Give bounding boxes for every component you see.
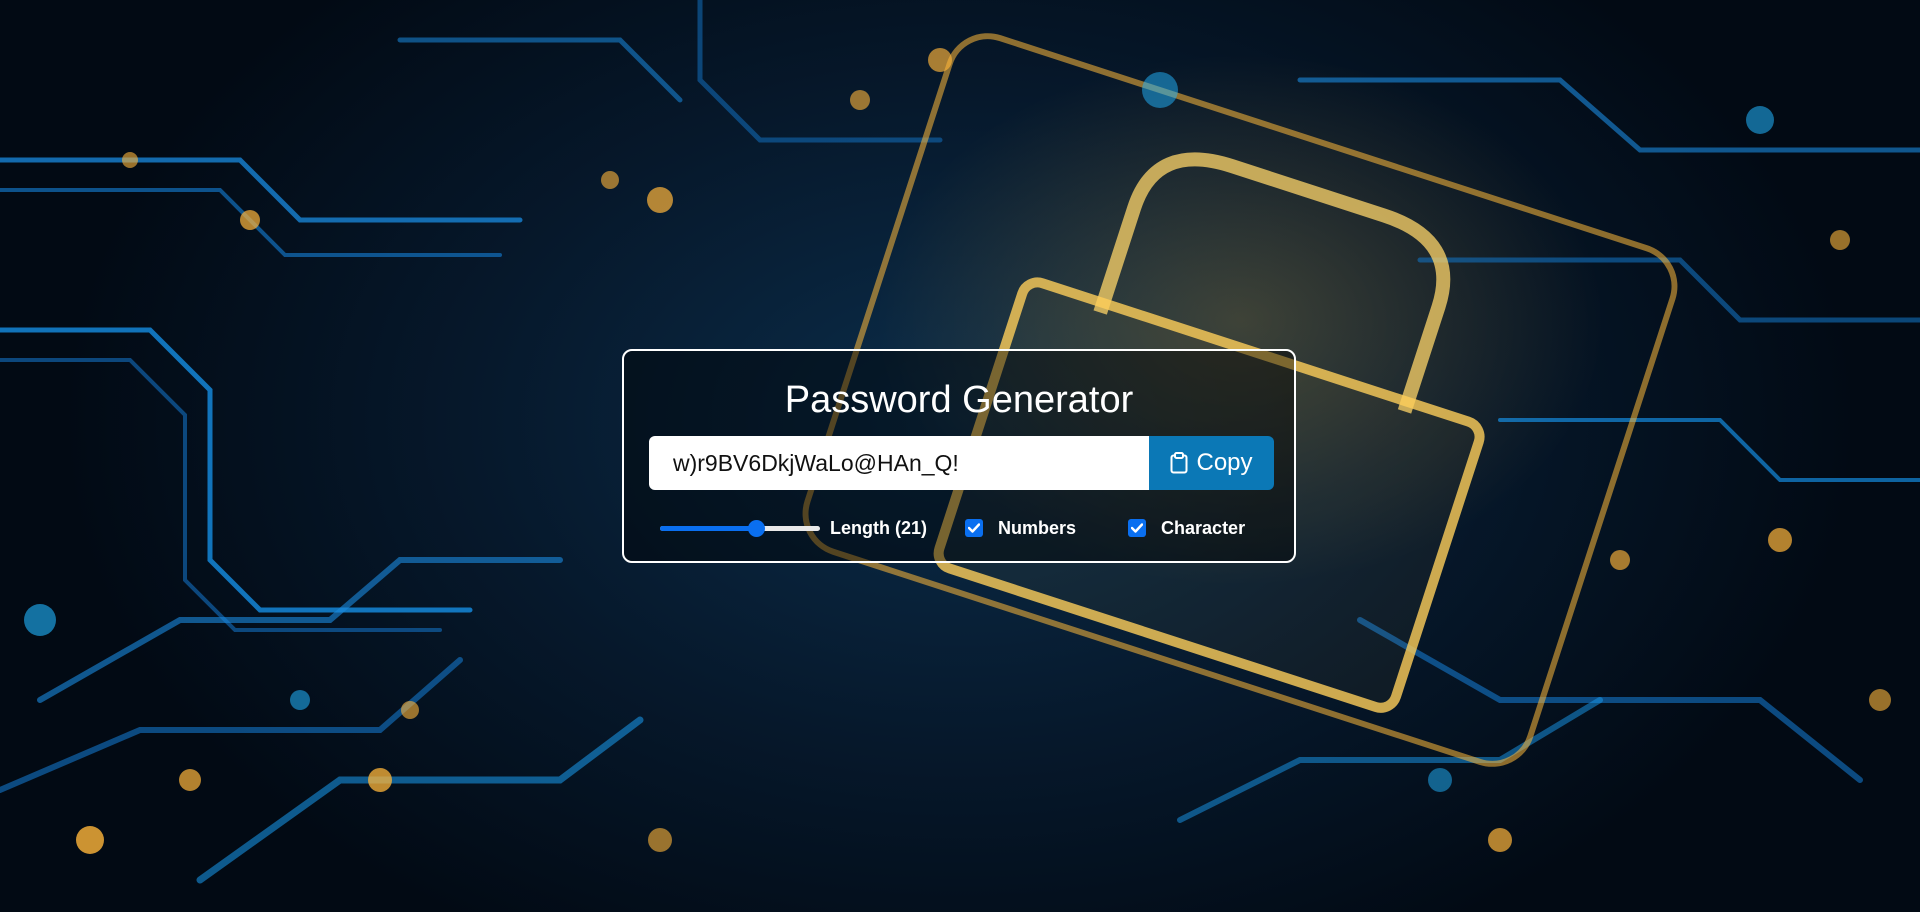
numbers-checkbox[interactable] — [965, 519, 983, 537]
clipboard-icon — [1170, 452, 1188, 474]
page-title: Password Generator — [784, 379, 1134, 421]
characters-checkbox[interactable] — [1128, 519, 1147, 537]
password-field[interactable] — [649, 436, 1149, 490]
copy-button[interactable]: Copy — [1149, 436, 1274, 490]
length-slider[interactable] — [660, 519, 820, 537]
characters-label: Character — [1161, 517, 1246, 538]
options-row: Length (21) Numbers Character — [660, 516, 1245, 540]
checkmark-icon — [1131, 523, 1144, 533]
password-generator-card: Password Generator Copy Length (21) Numb… — [622, 349, 1296, 563]
length-slider-thumb[interactable] — [748, 520, 765, 537]
password-row: Copy — [649, 436, 1274, 490]
checkmark-icon — [968, 523, 980, 533]
numbers-label: Numbers — [998, 517, 1077, 538]
length-slider-fill — [660, 526, 756, 531]
length-label: Length (21) — [830, 517, 927, 538]
copy-button-label: Copy — [1196, 449, 1253, 476]
